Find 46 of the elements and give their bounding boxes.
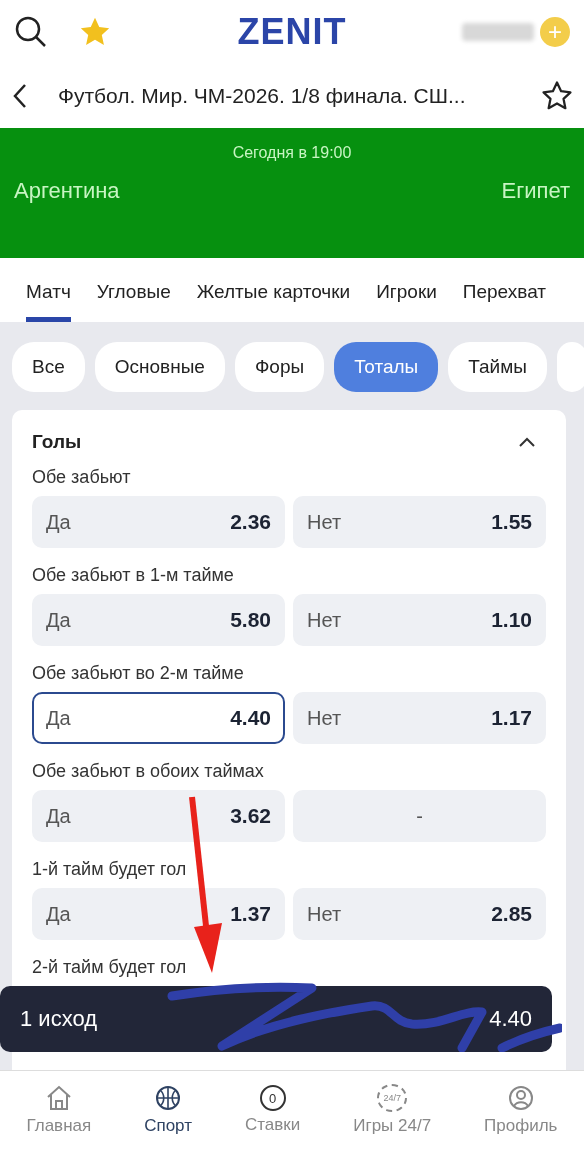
blurred-balance <box>462 23 534 41</box>
chevron-icon[interactable] <box>518 436 536 448</box>
market-title: Обе забьют в 1-м тайме <box>32 564 235 587</box>
market-title: Обе забьют во 2-м тайме <box>32 662 245 685</box>
event-title: Футбол. Мир. ЧМ-2026. 1/8 финала. СШ... <box>57 84 467 108</box>
filter-chip[interactable]: Все <box>12 342 85 392</box>
tab[interactable]: Угловые <box>96 258 171 322</box>
market-title: 1-й тайм будет гол <box>32 858 188 881</box>
odds-button[interactable]: Нет 1.10 <box>293 594 546 646</box>
nav-item[interactable]: Профиль <box>478 1071 564 1149</box>
filter-chip[interactable]: Тоталы <box>334 342 439 392</box>
bet-count: 1 исход <box>20 1006 97 1032</box>
nav-item[interactable]: 24/7 Игры 24/7 <box>347 1071 438 1149</box>
team-name: Египет <box>501 178 570 204</box>
odds-button[interactable]: Нет 1.17 <box>293 692 546 744</box>
search-icon[interactable] <box>14 15 48 49</box>
tab[interactable]: Игроки <box>376 258 437 322</box>
market-title: 2-й тайм будет гол <box>32 956 188 979</box>
filter-chip[interactable]: Таймы <box>448 342 547 392</box>
team-name: Аргентина <box>14 178 120 204</box>
filter-chip[interactable]: Форы <box>234 342 325 392</box>
basketball-icon <box>154 1084 183 1112</box>
bet-total-odds: 4.40 <box>489 1006 532 1032</box>
profile-icon <box>506 1084 535 1112</box>
tab[interactable]: Желтые карточки <box>196 258 351 322</box>
bets-count-icon: 0 <box>259 1085 286 1111</box>
nav-item[interactable]: 0 Ставки <box>238 1071 307 1149</box>
market-title: Обе забьют в обоих таймах <box>32 760 265 783</box>
nav-item[interactable]: Главная <box>20 1071 98 1149</box>
market-title: Обе забьют <box>32 466 132 489</box>
odds-button[interactable]: Да 4.40 <box>32 692 285 744</box>
back-icon[interactable] <box>12 83 28 109</box>
odds-button[interactable]: - <box>293 790 546 842</box>
games-icon: 24/7 <box>377 1084 408 1112</box>
odds-button[interactable]: Да 2.36 <box>32 496 285 548</box>
nav-item[interactable]: Спорт <box>138 1071 198 1149</box>
section-title: Голы <box>32 431 82 453</box>
tab[interactable]: Перехват <box>462 258 546 322</box>
match-time: Сегодня в 19:00 <box>231 144 353 162</box>
odds-button[interactable]: Нет 2.85 <box>293 888 546 940</box>
odds-button[interactable]: Да 1.37 <box>32 888 285 940</box>
odds-button[interactable]: Да 5.80 <box>32 594 285 646</box>
filter-chip[interactable]: Основные <box>94 342 225 392</box>
odds-button[interactable]: Нет 1.55 <box>293 496 546 548</box>
odds-button[interactable]: Да 3.62 <box>32 790 285 842</box>
logo: ZENIT <box>237 11 347 53</box>
